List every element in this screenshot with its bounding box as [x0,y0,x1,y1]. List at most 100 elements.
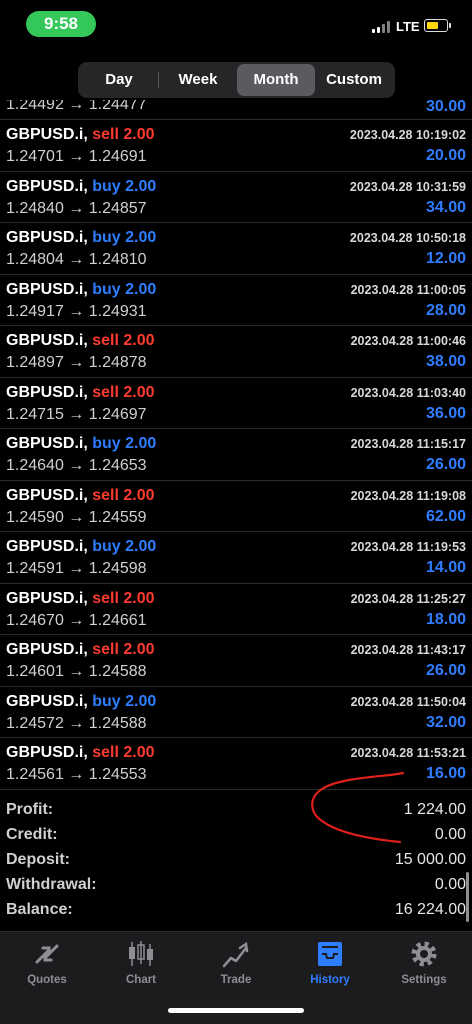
deal-prices: 1.24804 → 1.24810 [6,251,147,268]
symbol-name: GBPUSD.i, [6,126,88,143]
list-item[interactable]: GBPUSD.i, sell 2.00 1.24715 → 1.24697 2023… [0,378,472,429]
summary-value: 15 000.00 [394,851,466,868]
battery-icon [424,19,451,32]
history-list[interactable]: 1.24492 → 1.24477 30.00 GBPUSD.i, sell 2… [0,100,472,794]
deal-symbol: GBPUSD.i, sell 2.00 [6,744,155,762]
list-item[interactable]: GBPUSD.i, sell 2.00 1.24590 → 1.24559 2023… [0,481,472,532]
deal-type-volume: buy 2.00 [92,692,157,710]
deal-symbol: GBPUSD.i, buy 2.00 [6,229,156,247]
deal-profit: 12.00 [425,250,466,267]
deal-prices: 1.24840 → 1.24857 [6,199,147,217]
deal-type-volume: sell 2.00 [92,641,155,658]
deal-datetime: 2023.04.28 10:50:18 [349,231,466,245]
deal-prices: 1.24601 → 1.24588 [6,663,147,680]
list-item[interactable]: GBPUSD.i, sell 2.00 1.24897 → 1.24878 2023… [0,326,472,378]
status-time[interactable]: 9:58 [26,11,96,37]
list-item[interactable]: GBPUSD.i, buy 2.00 1.24917 → 1.24931 2023.… [0,275,472,326]
summary-label: Profit: [6,801,54,818]
tab-settings[interactable]: Settings [377,938,471,992]
deal-type-volume: buy 2.00 [92,538,157,555]
scrollbar[interactable] [466,872,469,922]
home-indicator[interactable] [168,1008,304,1013]
deal-datetime: 2023.04.28 11:03:40 [350,385,466,400]
deal-prices: 1.24561 → 1.24553 [6,766,147,783]
deal-type-volume: sell 2.00 [92,126,155,143]
deal-datetime: 2023.04.28 10:19:02 [349,128,466,142]
list-item[interactable]: GBPUSD.i, buy 2.00 1.24840 → 1.24857 2023.… [0,172,472,223]
deal-symbol: GBPUSD.i, buy 2.00 [6,281,156,299]
list-item[interactable]: GBPUSD.i, buy 2.00 1.24591 → 1.24598 2023.… [0,532,472,584]
list-item[interactable]: GBPUSD.i, sell 2.00 1.24701 → 1.24691 2023… [0,120,472,172]
network-type: LTE [396,19,420,34]
deal-datetime: 2023.04.28 11:19:53 [350,540,466,554]
symbol-name: GBPUSD.i, [6,589,88,607]
tab-quotes[interactable]: Quotes [0,938,94,992]
deal-datetime: 2023.04.28 11:00:46 [350,334,466,348]
summary-balance: Balance: 16 224.00 [0,898,472,923]
deal-profit: 14.00 [425,559,466,576]
period-week[interactable]: Week [159,64,237,96]
period-month[interactable]: Month [237,64,315,96]
summary-value: 1 224.00 [403,801,466,818]
symbol-name: GBPUSD.i, [6,538,88,555]
symbol-name: GBPUSD.i, [6,229,88,246]
deal-symbol: GBPUSD.i, buy 2.00 [6,435,156,453]
deal-profit: 26.00 [425,456,466,473]
tab-history[interactable]: History [283,938,377,992]
deal-symbol: GBPUSD.i, buy 2.00 [6,178,156,196]
tab-label: Settings [401,974,447,986]
period-segmented-control: Day Week Month Custom [78,62,395,98]
deal-symbol: GBPUSD.i, sell 2.00 [6,641,155,659]
deal-profit: 62.00 [425,507,466,525]
symbol-name: GBPUSD.i, [6,744,88,761]
summary-value: 0.00 [434,876,466,893]
deal-profit: 38.00 [425,353,466,370]
deal-datetime: 2023.04.28 11:43:17 [350,643,466,657]
deal-profit: 18.00 [425,610,466,628]
list-item[interactable]: GBPUSD.i, buy 2.00 1.24572 → 1.24588 2023.… [0,687,472,738]
tab-trade[interactable]: Trade [189,938,283,992]
period-day[interactable]: Day [80,64,158,96]
summary-value: 0.00 [434,826,466,843]
summary-deposit: Deposit: 15 000.00 [0,848,472,873]
summary-label: Credit: [6,826,58,843]
list-item[interactable]: GBPUSD.i, sell 2.00 1.24601 → 1.24588 2023… [0,635,472,687]
deal-type-volume: buy 2.00 [92,229,157,246]
deal-profit: 32.00 [425,713,466,731]
deal-prices: 1.24701 → 1.24691 [6,148,147,165]
deal-type-volume: sell 2.00 [92,383,155,401]
tab-label: Quotes [27,974,67,986]
deal-type-volume: buy 2.00 [92,177,157,195]
quotes-icon [35,944,59,964]
list-item[interactable]: GBPUSD.i, sell 2.00 1.24670 → 1.24661 2023… [0,584,472,635]
deal-profit: 30.00 [425,100,466,115]
tab-label: Trade [220,974,252,986]
symbol-name: GBPUSD.i, [6,692,88,710]
signal-icon [372,21,392,33]
deal-type-volume: buy 2.00 [92,435,157,452]
tab-label: Chart [125,974,157,986]
period-custom[interactable]: Custom [315,64,393,96]
deal-type-volume: buy 2.00 [92,280,157,298]
deal-datetime: 2023.04.28 11:19:08 [350,488,466,503]
symbol-name: GBPUSD.i, [6,177,88,195]
deal-profit: 28.00 [425,301,466,319]
summary-panel: Profit: 1 224.00 Credit: 0.00 Deposit: 1… [0,798,472,923]
status-bar: 9:58 LTE [0,0,472,50]
symbol-name: GBPUSD.i, [6,383,88,401]
deal-profit: 36.00 [425,404,466,422]
list-item[interactable]: GBPUSD.i, buy 2.00 1.24804 → 1.24810 2023.… [0,223,472,275]
deal-prices: 1.24897 → 1.24878 [6,354,147,371]
deal-prices: 1.24591 → 1.24598 [6,560,147,577]
tab-chart[interactable]: Chart [94,938,188,992]
deal-type-volume: sell 2.00 [92,332,155,349]
summary-label: Deposit: [6,851,70,868]
deal-type-volume: sell 2.00 [92,486,155,504]
deal-datetime: 2023.04.28 11:53:21 [350,746,466,760]
history-icon [318,942,342,966]
tab-label: History [310,974,350,986]
list-item[interactable]: GBPUSD.i, buy 2.00 1.24640 → 1.24653 2023.… [0,429,472,481]
list-item[interactable]: 1.24492 → 1.24477 30.00 [0,100,472,120]
settings-icon [411,941,437,967]
deal-prices: 1.24492 → 1.24477 [6,100,147,113]
